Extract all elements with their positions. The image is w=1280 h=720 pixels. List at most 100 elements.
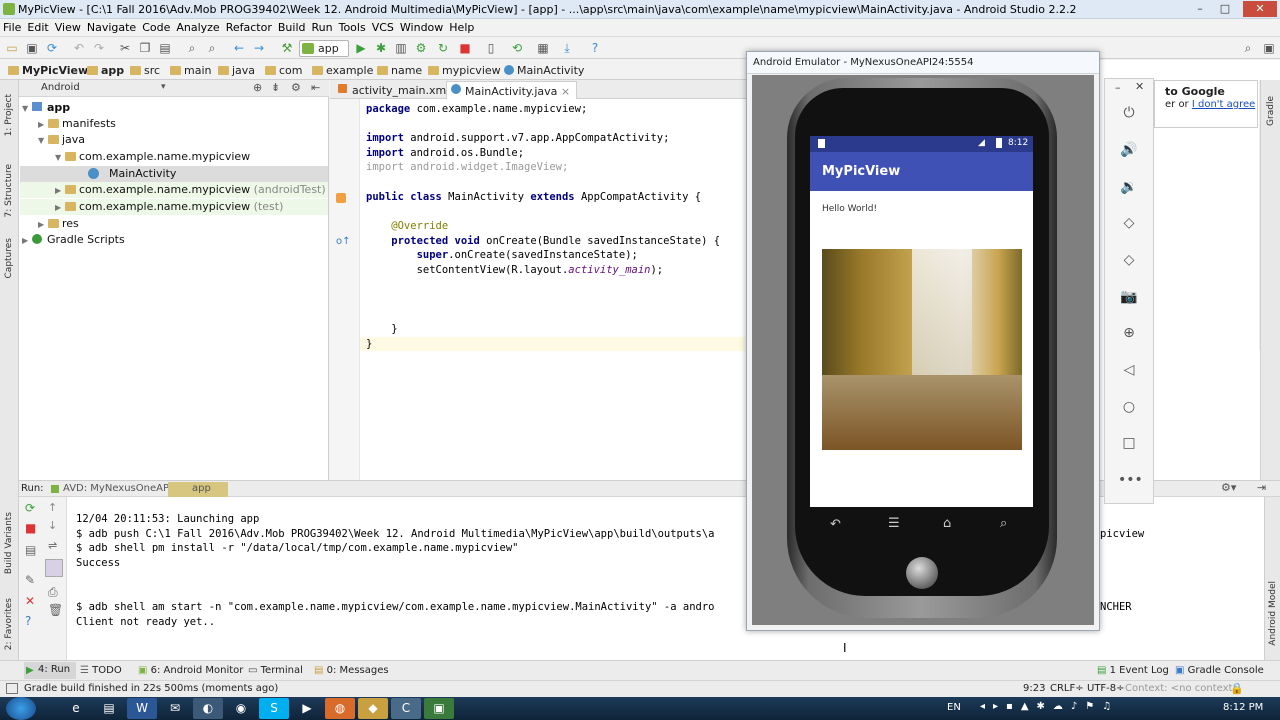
file-encoding[interactable]: UTF-8÷ [1087,683,1125,694]
captures-tool-tab[interactable]: Captures [4,238,14,278]
outlook-icon[interactable]: ✉ [160,698,190,719]
tool-tab-run[interactable]: ▶ 4: Run [24,662,77,679]
sdk-manager-icon[interactable]: ⤓ [560,41,574,55]
maximize-icon[interactable]: □ [1214,1,1236,17]
close-run-icon[interactable]: ✕ [25,594,35,608]
firefox-icon[interactable]: ◍ [325,698,355,719]
crumb-mypicview[interactable]: mypicview [428,64,501,77]
project-view-select[interactable]: Android [41,82,80,93]
crumb-name[interactable]: name [377,64,422,77]
tree-item-package[interactable]: ▼ com.example.name.mypicview [55,149,250,165]
tree-item-gradle-scripts[interactable]: ▶ Gradle Scripts [22,232,125,248]
close-icon[interactable]: ✕ [1243,1,1277,17]
word-icon[interactable]: W [127,698,157,719]
tool-tab-android-monitor[interactable]: ▣ 6: Android Monitor [138,665,243,676]
attach-debugger-icon[interactable]: ⚙ [414,41,428,55]
view-dropdown-icon[interactable]: ▾ [161,82,166,92]
nav-back-icon[interactable]: ↶ [830,517,841,532]
menu-vcs[interactable]: VCS [369,19,397,34]
app-icon-yellow[interactable]: ◆ [358,698,388,719]
emulator-title-bar[interactable]: Android Emulator - MyNexusOneAPI24:5554 [747,52,1099,74]
volume-down-icon[interactable]: 🔉 [1118,176,1140,198]
stop-run-icon[interactable]: ■ [25,521,36,535]
vpn-icon[interactable]: ◐ [193,698,223,719]
crumb-project[interactable]: MyPicView [8,64,88,77]
tree-item-package-test[interactable]: ▶ com.example.name.mypicview (test) [20,199,328,215]
stop-icon[interactable]: ■ [458,41,472,55]
back-icon[interactable]: ← [232,41,246,55]
screenshot-icon[interactable]: 📷 [1118,286,1140,308]
language-indicator[interactable]: EN [947,702,961,713]
restore-layout-icon[interactable]: ▤ [25,543,36,557]
tree-item-java[interactable]: ▼ java [38,132,85,148]
menu-analyze[interactable]: Analyze [173,19,222,34]
run-settings-icon[interactable]: ⚙▾ [1221,481,1236,494]
tree-item-manifests[interactable]: ▶ manifests [38,116,116,132]
tool-tab-todo[interactable]: ☰ TODO [80,665,122,676]
debug-icon[interactable]: ✱ [374,41,388,55]
crumb-java[interactable]: java [218,64,255,77]
menu-build[interactable]: Build [275,19,309,34]
panel-settings-icon[interactable]: ⚙ [291,81,301,94]
android-studio-taskbar-icon[interactable]: ▣ [424,698,454,719]
override-marker-icon[interactable]: o↑ [336,236,351,247]
run-tab-app[interactable]: app [168,482,228,497]
menu-tools[interactable]: Tools [336,19,369,34]
menu-run[interactable]: Run [309,19,336,34]
make-project-icon[interactable]: ⚒ [280,41,294,55]
avd-manager-icon[interactable]: ▯ [484,41,498,55]
ie-icon[interactable]: e [61,698,91,719]
tool-tab-event-log[interactable]: ▤ 1 Event Log [1097,665,1169,676]
undo-icon[interactable]: ↶ [72,41,86,55]
cut-icon[interactable]: ✂ [118,41,132,55]
nav-search-icon[interactable]: ⌕ [1000,516,1007,531]
explorer-icon[interactable]: ▤ [94,698,124,719]
redo-icon[interactable]: ↷ [92,41,106,55]
forward-icon[interactable]: → [252,41,266,55]
help-icon[interactable]: ? [588,41,602,55]
gradle-sync-icon[interactable]: ⟲ [510,41,524,55]
rerun-app-icon[interactable]: ⟳ [25,501,35,515]
android-model-tool-tab[interactable]: Android Model [1268,581,1278,646]
lock-icon[interactable]: 🔒 [1230,682,1244,695]
emu-home-icon[interactable]: ○ [1118,396,1140,418]
sync-icon[interactable]: ⟳ [45,41,59,55]
dont-agree-link[interactable]: I don't agree [1192,99,1255,110]
terminal-icon[interactable]: C [391,698,421,719]
console-help-icon[interactable]: ? [25,614,31,628]
tree-item-package-androidtest[interactable]: ▶ com.example.name.mypicview (androidTest… [20,182,328,198]
profile-icon[interactable]: ▥ [394,41,408,55]
crumb-example[interactable]: example [312,64,373,77]
project-tool-tab[interactable]: 1: Project [4,94,14,136]
more-options-icon[interactable]: ••• [1118,469,1143,491]
tray-icons[interactable]: ◂▸▪▲✱☁♪⚑♫ [980,701,1119,712]
zoom-icon[interactable]: ⊕ [1118,322,1140,344]
search-everywhere-icon[interactable]: ⌕ [1241,41,1255,55]
print-icon[interactable]: ⎙ [48,585,58,600]
emulator-minimize-icon[interactable]: – [1115,81,1121,94]
collapse-all-icon[interactable]: ⇟ [271,81,280,94]
caret-position[interactable]: 9:23 [1023,683,1045,694]
menu-edit[interactable]: Edit [24,19,51,34]
menu-code[interactable]: Code [139,19,173,34]
scroll-up-icon[interactable]: ↑ [48,501,57,514]
emulator-close-icon[interactable]: ✕ [1135,80,1144,93]
scroll-down-icon[interactable]: ↓ [48,519,57,532]
menu-navigate[interactable]: Navigate [84,19,139,34]
menu-file[interactable]: File [0,19,24,34]
tool-tab-terminal[interactable]: ▭ Terminal [248,665,303,676]
soft-wrap-icon[interactable]: ⇌ [48,539,57,552]
clear-all-icon[interactable]: 🗑 [48,603,63,617]
skype-icon[interactable]: S [259,698,289,719]
scroll-from-source-icon[interactable]: ⊕ [253,81,262,94]
crumb-mainactivity[interactable]: MainActivity [504,64,584,77]
rotate-right-icon[interactable]: ◇ [1118,249,1140,271]
build-variants-tool-tab[interactable]: Build Variants [4,512,14,574]
crumb-main[interactable]: main [170,64,211,77]
favorites-tool-tab[interactable]: 2: Favorites [4,598,14,650]
find-icon[interactable]: ⌕ [185,41,199,55]
nav-menu-icon[interactable]: ☰ [888,516,900,531]
chrome-icon[interactable]: ◉ [226,698,256,719]
menu-view[interactable]: View [52,19,84,34]
crumb-com[interactable]: com [265,64,303,77]
